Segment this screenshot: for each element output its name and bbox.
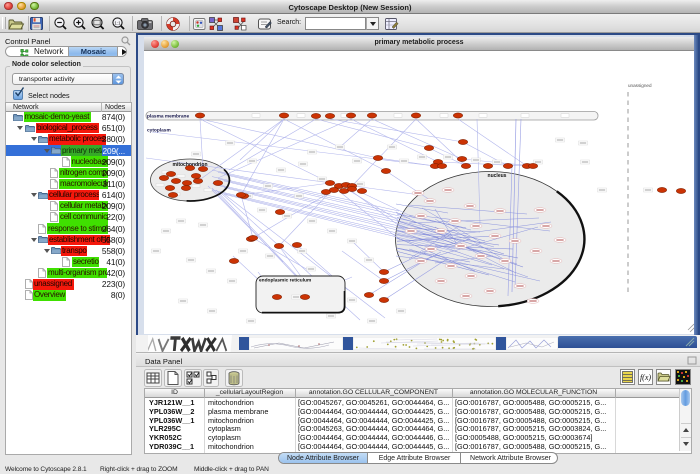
svg-text:endoplasmic reticulum: endoplasmic reticulum bbox=[259, 278, 311, 284]
svg-text:f(x): f(x) bbox=[640, 373, 651, 382]
svg-text:plasma membrane: plasma membrane bbox=[147, 114, 189, 120]
svg-text:1:1: 1:1 bbox=[114, 20, 121, 25]
svg-text:unassigned: unassigned bbox=[628, 83, 652, 88]
svg-text:cytoplasm: cytoplasm bbox=[147, 128, 171, 134]
svg-text:nucleus: nucleus bbox=[488, 173, 507, 179]
